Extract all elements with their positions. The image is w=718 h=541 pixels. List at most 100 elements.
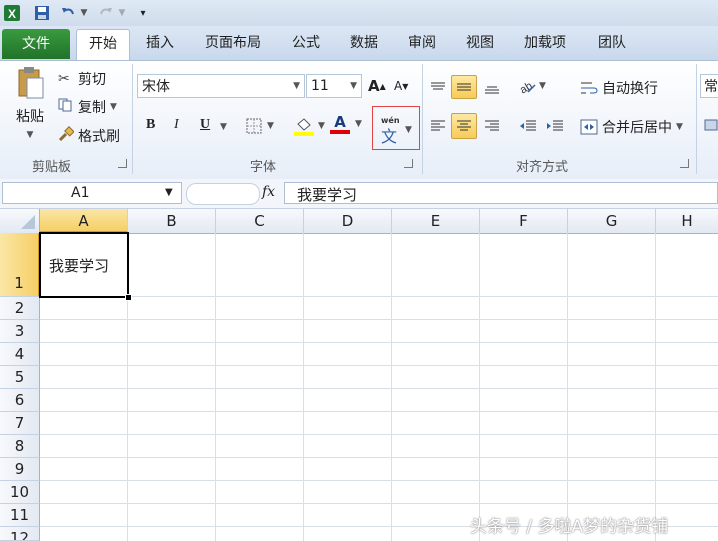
row-header-6[interactable]: 6	[0, 389, 40, 412]
row-header-7[interactable]: 7	[0, 412, 40, 435]
clipboard-launcher-icon[interactable]	[118, 159, 127, 168]
gridline	[40, 388, 718, 389]
chevron-down-icon[interactable]: ▼	[165, 187, 173, 198]
chevron-down-icon[interactable]: ▼	[350, 81, 361, 91]
cut-label: 剪切	[78, 72, 106, 88]
alignment-group-label: 对齐方式	[516, 160, 569, 175]
column-header-d[interactable]: D	[304, 209, 392, 233]
gridline	[215, 233, 216, 541]
column-header-b[interactable]: B	[128, 209, 216, 233]
save-icon[interactable]	[32, 3, 52, 23]
tab-page-layout[interactable]: 页面布局	[196, 29, 270, 57]
row-header-11[interactable]: 11	[0, 504, 40, 527]
align-bottom-button[interactable]	[482, 78, 502, 98]
format-painter-label: 格式刷	[78, 129, 120, 145]
undo-dropdown-icon[interactable]: ▼	[78, 3, 90, 23]
row-header-5[interactable]: 5	[0, 366, 40, 389]
row-header-1[interactable]: 1	[0, 233, 40, 297]
redo-dropdown-icon[interactable]: ▼	[116, 3, 128, 23]
align-right-button[interactable]	[482, 116, 502, 136]
fill-color-button[interactable]: ▼	[294, 116, 325, 136]
row-header-2[interactable]: 2	[0, 297, 40, 320]
align-center-button[interactable]	[451, 113, 477, 139]
cell-a1[interactable]: 我要学习	[39, 232, 129, 298]
gridline	[40, 411, 718, 412]
gridline	[40, 457, 718, 458]
tab-insert[interactable]: 插入	[136, 29, 184, 57]
column-header-f[interactable]: F	[480, 209, 568, 233]
redo-icon[interactable]	[96, 3, 116, 23]
select-all-button[interactable]	[0, 209, 40, 233]
row-header-3[interactable]: 3	[0, 320, 40, 343]
column-header-a[interactable]: A	[40, 209, 128, 233]
row-header-10[interactable]: 10	[0, 481, 40, 504]
paste-button[interactable]: 粘贴 ▼	[8, 66, 52, 146]
merge-center-button[interactable]: 合并后居中 ▼	[580, 117, 683, 137]
insert-function-button[interactable]: fx	[262, 184, 275, 200]
tab-data[interactable]: 数据	[340, 29, 388, 57]
tab-file[interactable]: 文件	[2, 29, 70, 59]
paste-label: 粘贴	[16, 109, 44, 125]
formula-input[interactable]: 我要学习	[284, 182, 718, 204]
gridline	[40, 296, 718, 297]
number-format-combobox[interactable]: 常	[700, 74, 718, 98]
font-launcher-icon[interactable]	[404, 159, 413, 168]
row-header-9[interactable]: 9	[0, 458, 40, 481]
gridline	[40, 503, 718, 504]
align-middle-button[interactable]	[451, 75, 477, 99]
font-name-combobox[interactable]: 宋体 ▼	[137, 74, 305, 98]
column-header-g[interactable]: G	[568, 209, 656, 233]
chevron-down-icon[interactable]: ▼	[293, 81, 304, 91]
align-left-icon	[431, 120, 445, 131]
phonetic-guide-button[interactable]: wén 文 ▼	[372, 106, 420, 150]
clipboard-group-label: 剪贴板	[32, 160, 72, 175]
row-header-8[interactable]: 8	[0, 435, 40, 458]
tab-team[interactable]: 团队	[588, 29, 636, 57]
undo-icon[interactable]	[58, 3, 78, 23]
customize-toolbar-icon[interactable]: ▾	[136, 3, 150, 23]
orientation-button[interactable]: ab ▼	[518, 78, 546, 94]
tab-formulas[interactable]: 公式	[282, 29, 330, 57]
gridline	[479, 233, 480, 541]
decrease-font-size-button[interactable]: A ▼	[394, 79, 408, 93]
bold-button[interactable]: B	[146, 117, 155, 133]
gridline	[567, 233, 568, 541]
fill-handle[interactable]	[125, 294, 132, 301]
increase-indent-icon	[547, 120, 563, 131]
alignment-launcher-icon[interactable]	[680, 159, 689, 168]
tab-view[interactable]: 视图	[456, 29, 504, 57]
copy-label: 复制	[78, 100, 106, 116]
merge-center-icon	[580, 119, 598, 135]
underline-dropdown-icon[interactable]: ▼	[220, 122, 227, 132]
row-header-12[interactable]: 12	[0, 527, 40, 541]
accounting-format-icon[interactable]	[704, 117, 718, 133]
name-box[interactable]: A1 ▼	[2, 182, 182, 204]
wrap-text-button[interactable]: 自动换行	[580, 78, 658, 98]
tab-addins[interactable]: 加载项	[514, 29, 576, 57]
paintbrush-icon	[58, 126, 78, 146]
underline-button[interactable]: U	[200, 117, 210, 133]
align-top-icon	[431, 82, 445, 90]
cut-button[interactable]: ✂ 剪切	[58, 68, 106, 90]
format-painter-button[interactable]: 格式刷	[58, 125, 120, 147]
column-header-c[interactable]: C	[216, 209, 304, 233]
font-color-button[interactable]: A ▼	[330, 114, 362, 134]
align-top-button[interactable]	[428, 78, 448, 98]
increase-indent-button[interactable]	[545, 116, 565, 136]
decrease-indent-button[interactable]	[518, 116, 538, 136]
copy-button[interactable]: 复制 ▼	[58, 96, 117, 118]
tab-review[interactable]: 审阅	[398, 29, 446, 57]
watermark-text: 头条号 / 多啦A梦的杂货铺	[470, 517, 669, 537]
italic-button[interactable]: I	[174, 117, 179, 133]
column-header-e[interactable]: E	[392, 209, 480, 233]
increase-font-size-button[interactable]: A ▲	[368, 77, 386, 95]
font-size-combobox[interactable]: 11 ▼	[306, 74, 362, 98]
number-format-value: 常	[704, 79, 718, 95]
gridline	[40, 480, 718, 481]
align-left-button[interactable]	[428, 116, 448, 136]
tab-home[interactable]: 开始	[76, 29, 130, 61]
column-header-h[interactable]: H	[656, 209, 718, 233]
row-header-4[interactable]: 4	[0, 343, 40, 366]
formula-bar-splitter[interactable]	[186, 183, 260, 205]
borders-button[interactable]: ▼	[246, 118, 274, 134]
